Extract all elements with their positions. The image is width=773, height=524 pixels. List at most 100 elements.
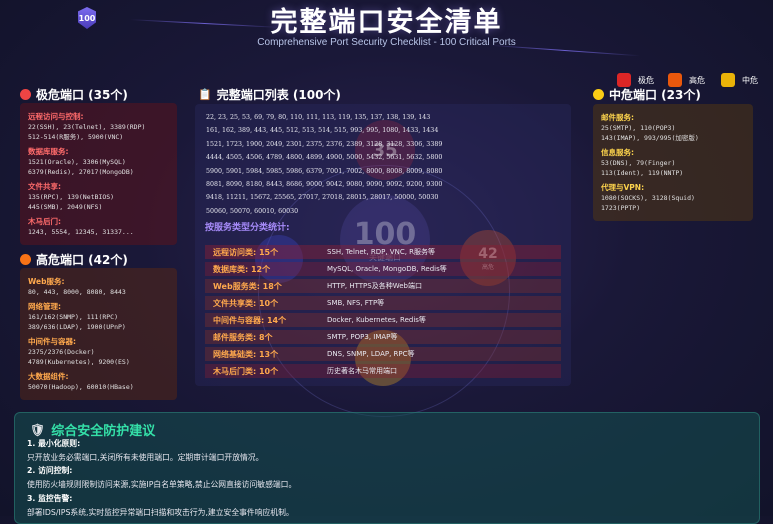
category-row: 中间件与容器: 14个 Docker, Kubernetes, Redis等 <box>205 313 561 327</box>
clipboard-icon: 📋 <box>198 88 212 101</box>
group-line: 50070(Hadoop), 60010(HBase) <box>28 383 134 391</box>
orange-dot-icon <box>20 254 31 265</box>
group-line: 53(DNS), 79(Finger) <box>601 159 676 167</box>
recommendations-title: 🛡 综合安全防护建议 <box>30 420 156 440</box>
group-line: 135(RPC), 139(NetBIOS) <box>28 193 115 201</box>
category-label: 文件共享类: 10个 <box>213 298 279 308</box>
group-title: 代理与VPN: <box>601 183 645 192</box>
group-title: 中间件与容器: <box>28 337 76 346</box>
group-line: 1723(PPTP) <box>601 204 641 212</box>
port-list-heading: 📋 完整端口列表 (100个) <box>198 86 341 103</box>
group-line: 445(SMB), 2049(NFS) <box>28 203 103 211</box>
port-list-heading-text: 完整端口列表 (100个) <box>216 88 341 102</box>
group-title: Web服务: <box>28 277 65 286</box>
recommendation-head: 1. 最小化原则: <box>27 439 81 448</box>
recommendation-head: 2. 访问控制: <box>27 466 73 475</box>
category-row: 文件共享类: 10个 SMB, NFS, FTP等 <box>205 296 561 310</box>
critical-heading: 极危端口 (35个) <box>20 86 128 103</box>
category-label: 中间件与容器: 14个 <box>213 315 287 325</box>
critical-heading-text: 极危端口 (35个) <box>36 88 128 102</box>
high-panel: Web服务: 80, 443, 8000, 8080, 8443 网络管理: 1… <box>20 268 177 400</box>
category-row: Web服务类: 18个 HTTP, HTTPS及各种Web端口 <box>205 279 561 293</box>
category-row: 远程访问类: 15个 SSH, Telnet, RDP, VNC, R服务等 <box>205 245 561 259</box>
recommendation-desc: 只开放业务必需端口,关闭所有未使用端口。定期审计端口开放情况。 <box>27 453 264 462</box>
legend-high: 高危 <box>668 73 705 87</box>
category-row: 数据库类: 12个 MySQL, Oracle, MongoDB, Redis等 <box>205 262 561 276</box>
group-line: 512-514(R服务), 5900(VNC) <box>28 133 124 141</box>
legend-label: 极危 <box>638 75 654 85</box>
recommendation-item: 1. 最小化原则: 只开放业务必需端口,关闭所有未使用端口。定期审计端口开放情况… <box>27 438 263 463</box>
group-title: 网络管理: <box>28 302 61 311</box>
category-desc: SMTP, POP3, IMAP等 <box>327 333 398 341</box>
legend-label: 中危 <box>742 75 758 85</box>
recommendation-desc: 使用防火墙规则限制访问来源,实施IP白名单策略,禁止公网直接访问敏感端口。 <box>27 480 297 489</box>
port-list-line: 8081, 8090, 8180, 8443, 8686, 9000, 9042… <box>206 181 443 189</box>
category-desc: SSH, Telnet, RDP, VNC, R服务等 <box>327 248 436 256</box>
port-list-line: 161, 162, 389, 443, 445, 512, 513, 514, … <box>206 127 439 135</box>
group-line: 1521(Oracle), 3306(MySQL) <box>28 158 126 166</box>
high-heading-text: 高危端口 (42个) <box>36 253 128 267</box>
legend-swatch-high <box>668 73 682 87</box>
category-label: Web服务类: 18个 <box>213 281 282 291</box>
category-desc: Docker, Kubernetes, Redis等 <box>327 316 426 324</box>
high-heading: 高危端口 (42个) <box>20 251 128 268</box>
group-title: 远程访问与控制: <box>28 112 84 121</box>
recommendations-title-text: 综合安全防护建议 <box>51 424 156 439</box>
group-line: 6379(Redis), 27017(MongoDB) <box>28 168 134 176</box>
category-desc: MySQL, Oracle, MongoDB, Redis等 <box>327 265 447 273</box>
group-line: 143(IMAP), 993/995(加密版) <box>601 134 699 142</box>
legend-medium: 中危 <box>721 73 758 87</box>
legend-critical: 极危 <box>617 73 654 87</box>
category-label: 数据库类: 12个 <box>213 264 271 274</box>
port-list-line: 22, 23, 25, 53, 69, 79, 80, 110, 111, 11… <box>206 114 431 121</box>
red-dot-icon <box>20 89 31 100</box>
medium-panel: 邮件服务: 25(SMTP), 110(POP3) 143(IMAP), 993… <box>593 104 753 221</box>
category-title: 按服务类型分类统计: <box>205 223 290 233</box>
yellow-dot-icon <box>593 89 604 100</box>
category-desc: HTTP, HTTPS及各种Web端口 <box>327 282 422 290</box>
legend-swatch-medium <box>721 73 735 87</box>
group-line: 113(Ident), 119(NNTP) <box>601 169 684 177</box>
category-desc: DNS, SNMP, LDAP, RPC等 <box>327 350 415 358</box>
recommendation-desc: 部署IDS/IPS系统,实时监控异常端口扫描和攻击行为,建立安全事件响应机制。 <box>27 508 294 517</box>
port-list-line: 5900, 5901, 5984, 5985, 5986, 6379, 7001… <box>206 167 443 175</box>
category-row: 木马后门类: 10个 历史著名木马常用端口 <box>205 364 561 378</box>
group-line: 1243, 5554, 12345, 31337... <box>28 228 134 236</box>
category-label: 木马后门类: 10个 <box>213 366 279 376</box>
page-title: 完整端口安全清单 <box>270 7 503 38</box>
port-list-line: 50060, 50070, 60010, 60030 <box>206 207 299 215</box>
group-title: 信息服务: <box>601 148 634 157</box>
group-line: 161/162(SNMP), 111(RPC) <box>28 313 119 321</box>
port-list: 22, 23, 25, 53, 69, 79, 80, 110, 111, 11… <box>206 111 566 218</box>
legend-label: 高危 <box>689 75 705 85</box>
category-desc: 历史著名木马常用端口 <box>327 367 397 375</box>
shield-icon: 🛡 <box>30 422 46 437</box>
port-list-line: 9418, 11211, 15672, 25565, 27017, 27018,… <box>206 194 439 202</box>
group-title: 木马后门: <box>28 217 61 226</box>
legend-swatch-critical <box>617 73 631 87</box>
group-title: 邮件服务: <box>601 113 634 122</box>
recommendation-item: 3. 监控告警: 部署IDS/IPS系统,实时监控异常端口扫描和攻击行为,建立安… <box>27 493 294 518</box>
category-row: 网络基础类: 13个 DNS, SNMP, LDAP, RPC等 <box>205 347 561 361</box>
category-label: 远程访问类: 15个 <box>213 247 279 257</box>
group-line: 2375/2376(Docker) <box>28 348 95 356</box>
recommendation-head: 3. 监控告警: <box>27 494 73 503</box>
recommendation-item: 2. 访问控制: 使用防火墙规则限制访问来源,实施IP白名单策略,禁止公网直接访… <box>27 465 296 490</box>
category-label: 邮件服务类: 8个 <box>213 332 273 342</box>
group-line: 25(SMTP), 110(POP3) <box>601 124 676 132</box>
critical-panel: 远程访问与控制: 22(SSH), 23(Telnet), 3389(RDP) … <box>20 103 177 245</box>
category-label: 网络基础类: 13个 <box>213 349 279 359</box>
group-line: 4789(Kubernetes), 9200(ES) <box>28 358 130 366</box>
group-title: 大数据组件: <box>28 372 69 381</box>
group-title: 文件共享: <box>28 182 61 191</box>
port-list-line: 1521, 1723, 1900, 2049, 2301, 2375, 2376… <box>206 140 443 148</box>
group-line: 22(SSH), 23(Telnet), 3389(RDP) <box>28 123 146 131</box>
page-subtitle: Comprehensive Port Security Checklist - … <box>257 37 516 48</box>
category-desc: SMB, NFS, FTP等 <box>327 299 385 307</box>
group-line: 1080(SOCKS), 3128(Squid) <box>601 194 695 202</box>
group-line: 389/636(LDAP), 1900(UPnP) <box>28 323 126 331</box>
port-list-line: 4444, 4505, 4506, 4789, 4800, 4899, 4900… <box>206 154 443 162</box>
group-line: 80, 443, 8000, 8080, 8443 <box>28 288 126 296</box>
medium-heading: 中危端口 (23个) <box>593 86 701 103</box>
category-row: 邮件服务类: 8个 SMTP, POP3, IMAP等 <box>205 330 561 344</box>
